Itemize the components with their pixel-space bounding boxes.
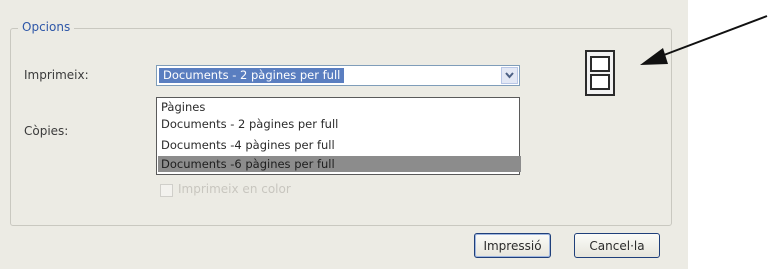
list-item-pages[interactable]: Pàgines bbox=[158, 99, 521, 115]
two-page-layout-icon bbox=[585, 50, 615, 96]
arrow-pointer-icon bbox=[640, 15, 768, 65]
print-label: Imprimeix: bbox=[24, 68, 89, 82]
layout-page-bottom bbox=[590, 74, 610, 90]
list-item-4-per-sheet[interactable]: Documents -4 pàgines per full bbox=[158, 137, 521, 153]
print-select[interactable]: Documents - 2 pàgines per full bbox=[156, 65, 520, 86]
cancel-button[interactable]: Cancel·la bbox=[574, 233, 660, 258]
chevron-down-icon[interactable] bbox=[501, 67, 518, 84]
list-item-2-per-sheet[interactable]: Documents - 2 pàgines per full bbox=[158, 116, 521, 132]
copies-label: Còpies: bbox=[24, 124, 69, 138]
layout-page-top bbox=[590, 56, 610, 72]
print-select-value: Documents - 2 pàgines per full bbox=[159, 68, 345, 83]
print-options-dialog: Opcions Imprimeix: Còpies: Documents - 2… bbox=[0, 0, 688, 269]
print-options-list: Pàgines Documents - 2 pàgines per full D… bbox=[156, 97, 521, 175]
options-group-title: Opcions bbox=[18, 20, 75, 34]
print-button[interactable]: Impressió bbox=[474, 233, 551, 258]
print-color-checkbox[interactable] bbox=[160, 184, 173, 197]
list-item-6-per-sheet[interactable]: Documents -6 pàgines per full bbox=[158, 156, 521, 172]
print-color-label: Imprimeix en color bbox=[178, 182, 291, 196]
